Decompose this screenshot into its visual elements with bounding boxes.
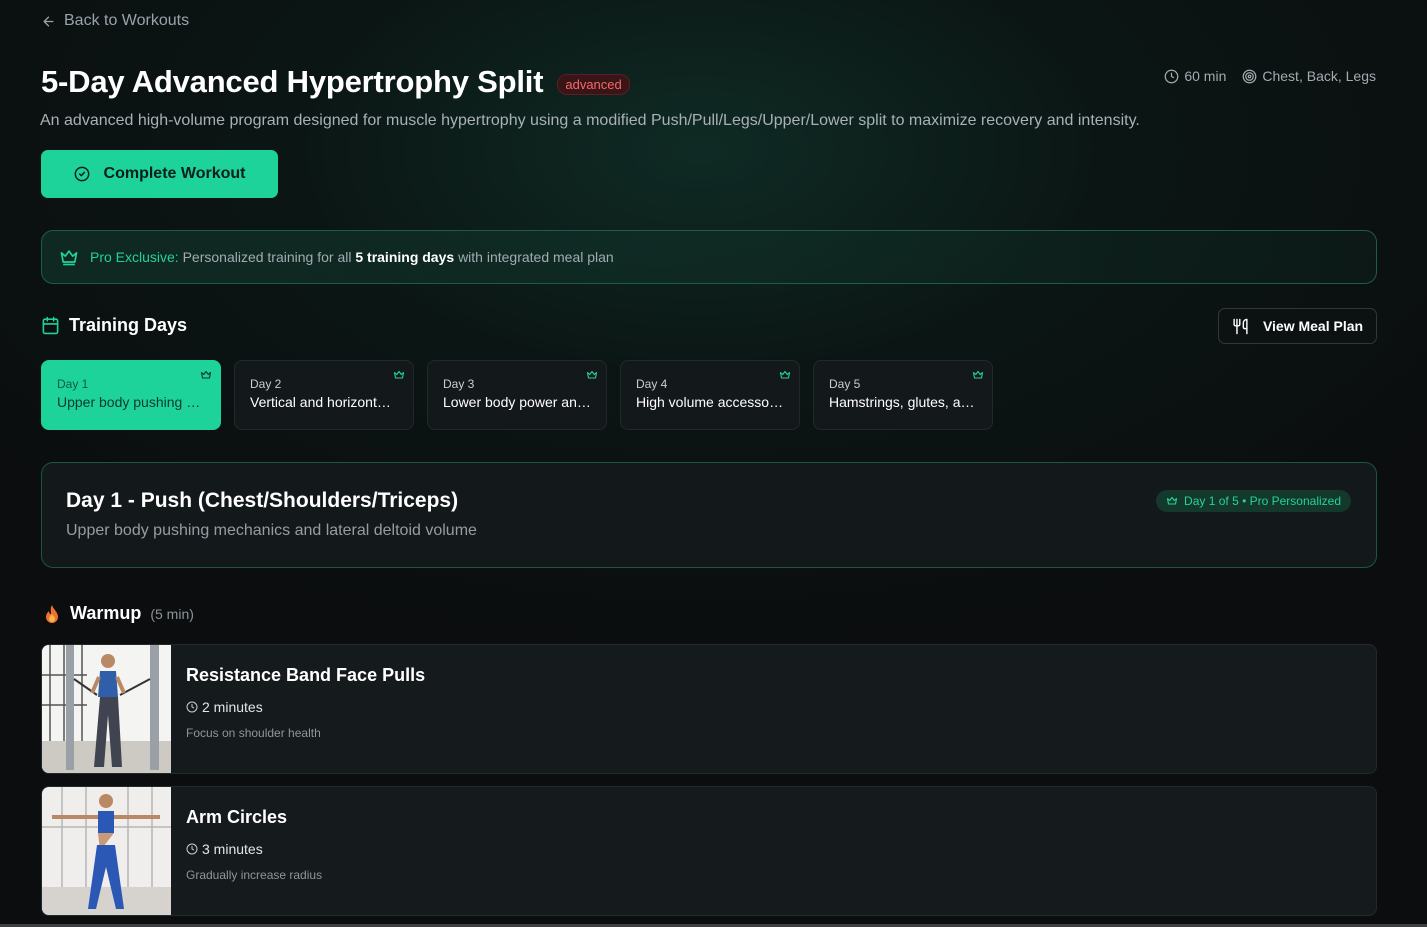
day-card-2[interactable]: Day 2 Vertical and horizontal pulling <box>234 360 414 430</box>
day-label: Day 5 <box>829 377 861 391</box>
exercise-card[interactable]: Resistance Band Face Pulls 2 minutes Foc… <box>41 644 1377 774</box>
day-label: Day 4 <box>636 377 668 391</box>
day-summary: Lower body power and strength <box>443 394 591 410</box>
day-label: Day 3 <box>443 377 475 391</box>
exercise-note: Focus on shoulder health <box>186 726 321 740</box>
day-summary: High volume accessory work <box>636 394 784 410</box>
day-label: Day 1 <box>57 377 89 391</box>
view-meal-plan-label: View Meal Plan <box>1262 318 1364 334</box>
arrow-left-icon <box>43 16 54 26</box>
day-card-4[interactable]: Day 4 High volume accessory work <box>620 360 800 430</box>
exercise-note: Gradually increase radius <box>186 868 323 882</box>
workout-description: An advanced high-volume program designed… <box>40 112 1140 129</box>
exercise-duration-text: 3 minutes <box>202 841 263 857</box>
view-meal-plan-button[interactable]: View Meal Plan <box>1218 308 1377 344</box>
crown-icon <box>779 370 791 379</box>
complete-workout-label: Complete Workout <box>103 165 246 182</box>
pro-highlight: 5 training days <box>355 249 455 265</box>
day-card-3[interactable]: Day 3 Lower body power and strength <box>427 360 607 430</box>
warmup-duration: (5 min) <box>150 605 194 622</box>
complete-workout-button[interactable]: Complete Workout <box>41 150 278 198</box>
pro-exclusive-banner: Pro Exclusive: Personalized training for… <box>41 230 1377 284</box>
pro-text-before: Personalized training for all <box>182 249 352 265</box>
exercise-card[interactable]: Arm Circles 3 minutes Gradually increase… <box>41 786 1377 916</box>
muscles-meta: Chest, Back, Legs <box>1242 68 1376 84</box>
crown-icon <box>586 370 598 379</box>
training-days-heading: Training Days <box>41 315 187 336</box>
page-title: 5-Day Advanced Hypertrophy Split <box>41 64 544 99</box>
day-detail-card: Day 1 - Push (Chest/Shoulders/Triceps) U… <box>41 462 1377 568</box>
workout-meta: 60 min Chest, Back, Legs <box>1164 68 1376 84</box>
check-circle-icon <box>74 166 89 182</box>
clock-icon <box>186 701 198 713</box>
crown-icon <box>200 370 212 379</box>
day-detail-subtitle: Upper body pushing mechanics and lateral… <box>66 522 477 539</box>
day-selector: Day 1 Upper body pushing mechanics and l… <box>41 360 993 430</box>
crown-icon <box>60 250 78 266</box>
exercise-duration: 2 minutes <box>186 699 263 715</box>
day-card-5[interactable]: Day 5 Hamstrings, glutes, and posterior … <box>813 360 993 430</box>
warmup-heading: Warmup (5 min) <box>43 603 194 624</box>
back-link[interactable]: Back to Workouts <box>41 12 189 30</box>
duration-meta: 60 min <box>1164 68 1226 84</box>
training-days-title: Training Days <box>69 315 188 335</box>
day-card-1[interactable]: Day 1 Upper body pushing mechanics and l… <box>41 360 221 430</box>
title-row: 5-Day Advanced Hypertrophy Split advance… <box>41 64 630 100</box>
exercise-duration-text: 2 minutes <box>202 699 263 715</box>
day-summary: Vertical and horizontal pulling <box>250 394 398 410</box>
exercise-duration: 3 minutes <box>186 841 263 857</box>
utensils-icon <box>1233 318 1248 334</box>
crown-icon <box>393 370 405 379</box>
day-summary: Upper body pushing mechanics and lateral… <box>57 394 205 410</box>
exercise-image <box>42 787 171 915</box>
exercise-name: Arm Circles <box>186 807 288 827</box>
exercise-image <box>42 645 171 773</box>
day-label: Day 2 <box>250 377 282 391</box>
pro-pill-text: Day 1 of 5 • Pro Personalized <box>1184 494 1341 508</box>
pro-label: Pro Exclusive: <box>90 249 179 265</box>
pro-personalized-badge: Day 1 of 5 • Pro Personalized <box>1156 490 1351 512</box>
crown-icon <box>972 370 984 379</box>
target-icon <box>1243 69 1257 83</box>
crown-icon <box>1166 496 1178 505</box>
clock-icon <box>186 843 198 855</box>
muscles-text: Chest, Back, Legs <box>1262 68 1376 84</box>
duration-text: 60 min <box>1184 68 1227 84</box>
pro-text-after: with integrated meal plan <box>458 249 614 265</box>
level-badge: advanced <box>557 73 630 95</box>
calendar-icon <box>42 316 59 335</box>
flame-icon <box>46 604 58 623</box>
clock-icon <box>1164 69 1179 83</box>
back-link-label: Back to Workouts <box>64 12 190 29</box>
day-summary: Hamstrings, glutes, and posterior chain <box>829 394 977 410</box>
exercise-name: Resistance Band Face Pulls <box>186 665 426 685</box>
warmup-title: Warmup <box>70 603 142 623</box>
